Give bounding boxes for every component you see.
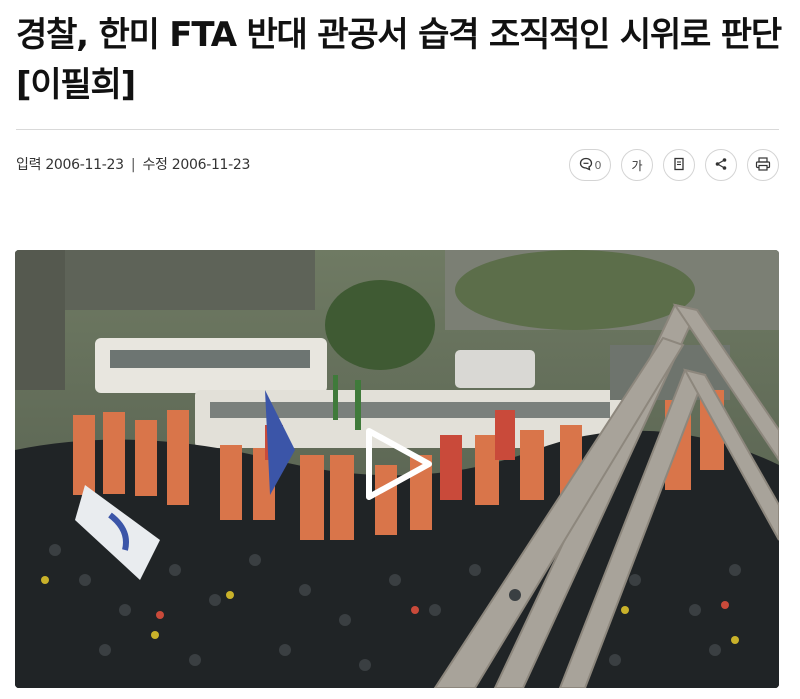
share-button[interactable] [705, 149, 737, 181]
updated-label: 수정 [142, 157, 168, 173]
comment-button[interactable]: 0 [569, 149, 611, 181]
bookmark-icon [672, 157, 686, 174]
play-icon [366, 428, 432, 500]
published-label: 입력 [16, 157, 42, 173]
bookmark-button[interactable] [663, 149, 695, 181]
article-meta: 입력 2006-11-23 | 수정 2006-11-23 [16, 154, 250, 176]
share-icon [714, 157, 728, 174]
font-size-icon: 가 [631, 158, 643, 173]
article-toolbar: 0 가 [569, 149, 779, 181]
header-divider [16, 129, 779, 130]
published-date: 2006-11-23 [45, 157, 124, 173]
font-size-button[interactable]: 가 [621, 149, 653, 181]
comment-icon [579, 157, 593, 174]
print-button[interactable] [747, 149, 779, 181]
article-headline: 경찰, 한미 FTA 반대 관공서 습격 조직적인 시위로 판단[이필희] [16, 15, 782, 105]
updated-date: 2006-11-23 [171, 157, 251, 173]
play-button[interactable] [365, 428, 433, 500]
meta-separator: | [130, 157, 136, 173]
comment-count: 0 [594, 158, 602, 172]
print-icon [755, 156, 771, 174]
